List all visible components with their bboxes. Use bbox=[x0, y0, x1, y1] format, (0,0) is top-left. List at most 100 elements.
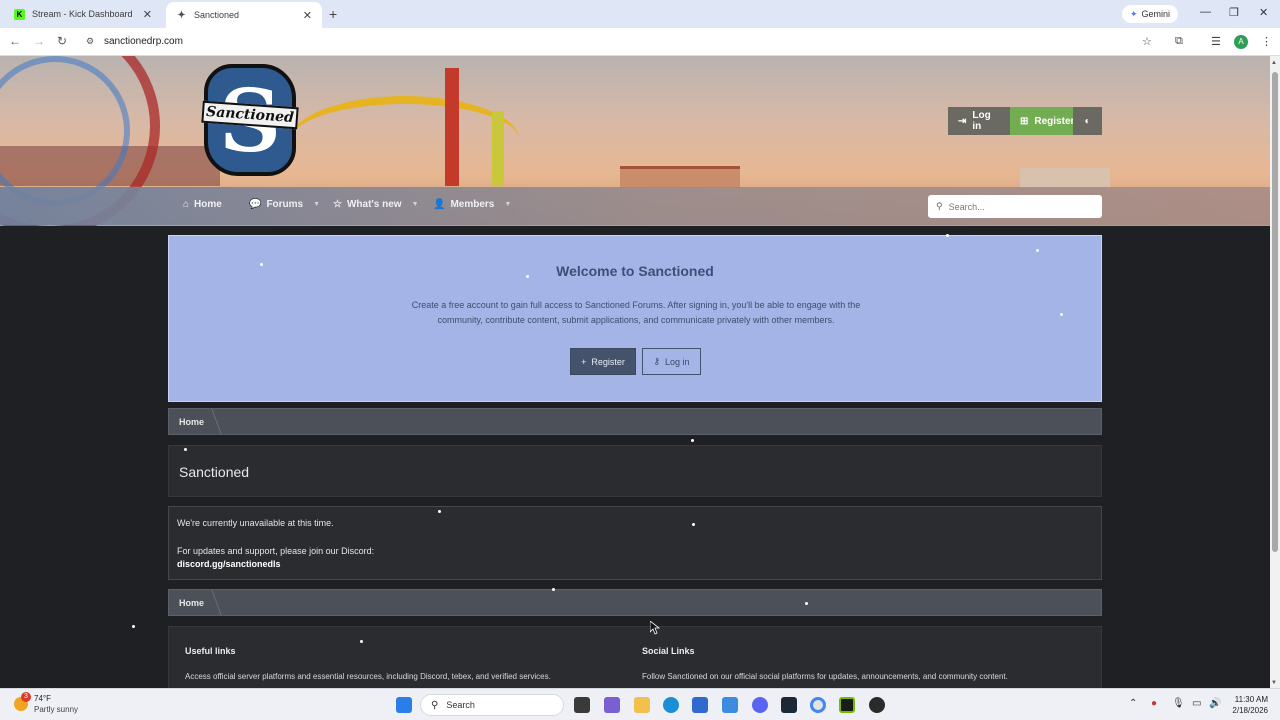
profile-avatar[interactable]: A bbox=[1234, 35, 1248, 49]
breadcrumb-home[interactable]: Home bbox=[179, 417, 204, 427]
weather-condition: Partly sunny bbox=[34, 705, 79, 714]
breadcrumb-home[interactable]: Home bbox=[179, 598, 204, 608]
header-register-button[interactable]: ⊞ Register bbox=[1010, 107, 1074, 135]
page-title-block: Sanctioned bbox=[168, 445, 1102, 497]
minimize-icon[interactable]: — bbox=[1200, 6, 1211, 18]
windows-start-icon[interactable] bbox=[396, 697, 412, 713]
gemini-button[interactable]: ✦ Gemini bbox=[1122, 5, 1179, 23]
snowflake-decor bbox=[946, 234, 949, 237]
header-account-buttons: ⇥ Log in ⊞ Register ◐ bbox=[948, 107, 1102, 135]
url-field[interactable]: sanctionedrp.com bbox=[104, 36, 183, 47]
useful-links-heading: Useful links bbox=[185, 646, 236, 656]
chevron-down-icon[interactable]: ▼ bbox=[313, 201, 320, 208]
discord-link[interactable]: discord.gg/sanctionedls bbox=[177, 559, 281, 569]
new-tab-button[interactable]: + bbox=[329, 6, 337, 22]
nav-members-label: Members bbox=[450, 199, 495, 210]
gemini-label: Gemini bbox=[1141, 9, 1171, 19]
app-icon[interactable] bbox=[604, 697, 620, 713]
clock-date: 2/18/2026 bbox=[1232, 706, 1268, 715]
edge-icon[interactable] bbox=[663, 697, 679, 713]
welcome-register-label: Register bbox=[591, 356, 625, 367]
gemini-sparkle-icon: ✦ bbox=[1130, 8, 1138, 19]
store-icon[interactable] bbox=[692, 697, 708, 713]
tray-app-icon[interactable]: ● bbox=[1151, 698, 1157, 709]
close-tab-icon[interactable]: ✕ bbox=[143, 8, 152, 21]
extensions-icon[interactable]: ⧉ bbox=[1175, 35, 1183, 48]
tab-kick-dashboard[interactable]: K Stream - Kick Dashboard ✕ bbox=[4, 0, 162, 28]
clock-time: 11:30 AM bbox=[1234, 695, 1268, 704]
close-tab-icon[interactable]: ✕ bbox=[303, 9, 312, 22]
snowflake-decor bbox=[260, 263, 263, 266]
register-grid-icon: ⊞ bbox=[1020, 115, 1029, 127]
nvidia-icon[interactable] bbox=[839, 697, 855, 713]
forward-icon[interactable]: → bbox=[33, 34, 45, 48]
snowflake-decor bbox=[692, 523, 695, 526]
restore-icon[interactable]: ❐ bbox=[1229, 6, 1239, 19]
back-icon[interactable]: ← bbox=[9, 34, 21, 48]
social-links-text: Follow Sanctioned on our official social… bbox=[642, 672, 1008, 681]
display-icon[interactable]: ▭ bbox=[1192, 698, 1201, 709]
notification-badge: 3 bbox=[21, 692, 31, 702]
login-arrow-icon: ⇥ bbox=[958, 115, 967, 127]
plus-icon: + bbox=[581, 356, 587, 367]
steam-icon[interactable] bbox=[781, 697, 797, 713]
reload-icon[interactable]: ↻ bbox=[57, 34, 67, 48]
breadcrumb: Home bbox=[168, 408, 1102, 435]
footer-links: Useful links Access official server plat… bbox=[168, 626, 1102, 688]
system-clock[interactable]: 11:30 AM 2/18/2026 bbox=[1224, 694, 1268, 716]
snowflake-decor bbox=[1060, 313, 1063, 316]
site-logo[interactable]: S Sanctioned bbox=[201, 64, 299, 176]
nav-home[interactable]: ⌂ Home bbox=[183, 199, 222, 210]
style-toggle-button[interactable]: ◐ bbox=[1073, 107, 1102, 135]
discord-icon[interactable] bbox=[752, 697, 768, 713]
star-icon: ☆ bbox=[333, 199, 342, 210]
app-icon[interactable] bbox=[869, 697, 885, 713]
file-explorer-icon[interactable] bbox=[634, 697, 650, 713]
microphone-icon[interactable]: 🎙 bbox=[1172, 698, 1185, 709]
search-placeholder: Search... bbox=[948, 201, 985, 212]
user-icon: 👤 bbox=[433, 199, 446, 210]
sun-icon: 3 bbox=[14, 692, 31, 711]
welcome-login-button[interactable]: ⚷ Log in bbox=[642, 348, 701, 375]
welcome-login-label: Log in bbox=[665, 356, 690, 367]
outlook-icon[interactable] bbox=[722, 697, 738, 713]
coaster-track-decor bbox=[290, 96, 520, 186]
search-icon: ⚲ bbox=[936, 201, 943, 211]
building-decor bbox=[620, 166, 740, 188]
menu-kebab-icon[interactable]: ⋮ bbox=[1261, 35, 1272, 48]
welcome-notice: Welcome to Sanctioned Create a free acco… bbox=[168, 235, 1102, 402]
bookmark-star-icon[interactable]: ☆ bbox=[1142, 35, 1152, 48]
nav-members[interactable]: 👤 Members ▼ bbox=[433, 199, 511, 210]
search-icon: ⚲ bbox=[431, 699, 439, 711]
media-control-icon[interactable]: ☰ bbox=[1211, 35, 1221, 48]
snowflake-decor bbox=[691, 439, 694, 442]
header-login-button[interactable]: ⇥ Log in bbox=[948, 107, 1010, 135]
welcome-title: Welcome to Sanctioned bbox=[556, 263, 714, 279]
scroll-up-icon[interactable]: ▲ bbox=[1271, 60, 1277, 66]
nav-forums[interactable]: 💬 Forums ▼ bbox=[249, 199, 320, 210]
weather-widget[interactable]: 3 74°F Partly sunny bbox=[14, 692, 79, 715]
tab-label: Stream - Kick Dashboard bbox=[32, 9, 133, 19]
welcome-register-button[interactable]: + Register bbox=[570, 348, 636, 375]
snowflake-decor bbox=[360, 640, 363, 643]
scroll-down-icon[interactable]: ▼ bbox=[1271, 680, 1277, 686]
snowflake-decor bbox=[1036, 249, 1039, 252]
site-info-icon[interactable]: ⚙ bbox=[86, 36, 94, 47]
toggle-icon: ◐ bbox=[1084, 115, 1091, 127]
chrome-icon[interactable] bbox=[810, 697, 826, 713]
taskbar-search[interactable]: ⚲ Search bbox=[420, 694, 564, 716]
nav-whats-new[interactable]: ☆ What's new ▼ bbox=[333, 199, 419, 210]
volume-icon[interactable]: 🔊 bbox=[1209, 698, 1221, 709]
chevron-up-icon[interactable]: ⌃ bbox=[1129, 698, 1137, 709]
close-window-icon[interactable]: ✕ bbox=[1259, 6, 1268, 19]
home-icon: ⌂ bbox=[183, 199, 190, 210]
taskbar-search-label: Search bbox=[446, 700, 475, 710]
chevron-down-icon[interactable]: ▼ bbox=[504, 201, 511, 208]
chevron-down-icon[interactable]: ▼ bbox=[412, 201, 419, 208]
tab-sanctioned[interactable]: ✦ Sanctioned ✕ bbox=[166, 2, 322, 28]
windows-taskbar: 3 74°F Partly sunny ⚲ Search ⌃ ● 🎙 ▭ 🔊 1… bbox=[0, 688, 1280, 720]
task-view-icon[interactable] bbox=[574, 697, 590, 713]
search-input[interactable]: ⚲ Search... bbox=[928, 195, 1102, 218]
scrollbar-thumb[interactable] bbox=[1272, 72, 1278, 552]
header-banner: S Sanctioned ⇥ Log in ⊞ Register ◐ ⌂ Hom… bbox=[0, 56, 1270, 226]
